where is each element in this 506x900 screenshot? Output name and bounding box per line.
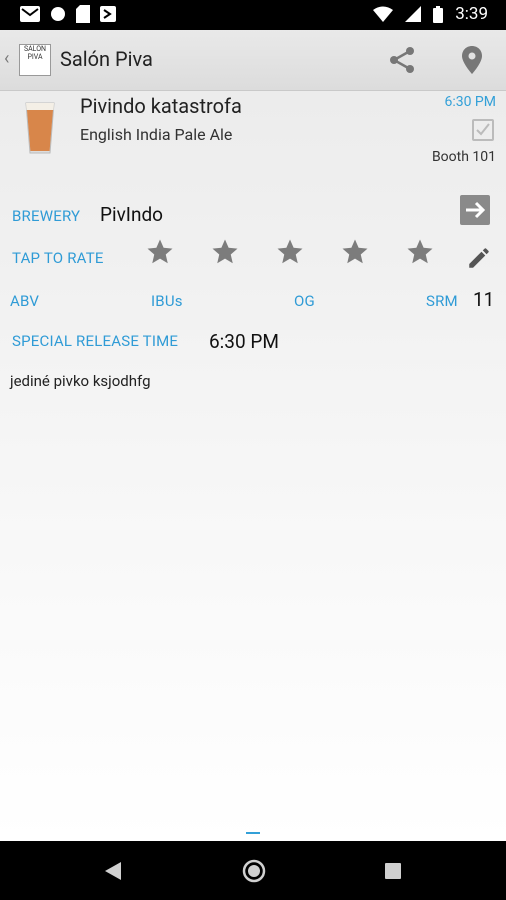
action-bar: ‹ SALON PIVA Salón Piva [0,30,506,91]
app-notification-icon [100,6,116,22]
beer-detail: Pivindo katastrofa English India Pale Al… [0,91,506,841]
app-title[interactable]: Salón Piva [60,47,153,71]
ibu-label: IBUs [151,292,183,310]
srm-label: SRM [426,292,458,310]
checkbox[interactable] [472,119,494,141]
back-icon[interactable] [105,862,121,880]
beer-glass-icon [25,102,55,154]
brewery-label: BREWERY [12,207,81,225]
app-logo[interactable]: SALON PIVA [19,44,51,76]
star-4-icon[interactable] [340,237,370,267]
checkmark-icon [476,123,490,136]
pencil-icon[interactable] [466,245,492,271]
srm-value: 11 [473,288,495,311]
beer-description: jediné pivko ksjodhfg [10,372,151,390]
beer-time: 6:30 PM [444,94,496,110]
beer-style: English India Pale Ale [80,125,233,144]
app-logo-text: SALON PIVA [23,45,47,61]
brewery-name[interactable]: PivIndo [100,203,163,226]
special-release-time: 6:30 PM [209,330,279,353]
notification-icons [20,5,116,23]
star-2-icon[interactable] [210,237,240,267]
wifi-icon [373,6,394,22]
signal-icon [405,6,422,22]
star-3-icon[interactable] [275,237,305,267]
sd-card-icon [76,5,90,23]
circle-icon [51,7,65,21]
clock: 3:39 [455,4,488,24]
special-release-label: SPECIAL RELEASE TIME [12,332,179,350]
back-chevron-icon[interactable]: ‹ [4,48,9,69]
recents-icon[interactable] [385,863,401,879]
map-pin-icon[interactable] [456,44,488,76]
gmail-icon [20,6,40,22]
status-bar: 3:39 [0,0,506,30]
battery-icon [433,5,444,23]
og-label: OG [294,292,315,310]
booth-label: Booth 101 [431,149,496,165]
rate-label: TAP TO RATE [12,249,104,267]
abv-label: ABV [10,292,40,310]
star-5-icon[interactable] [405,237,435,267]
share-icon[interactable] [386,44,418,76]
home-icon[interactable] [242,859,266,883]
star-1-icon[interactable] [145,237,175,267]
beer-name: Pivindo katastrofa [80,94,242,118]
page-indicator [246,832,260,834]
arrow-right-icon[interactable] [460,195,490,225]
navigation-bar [0,841,506,900]
